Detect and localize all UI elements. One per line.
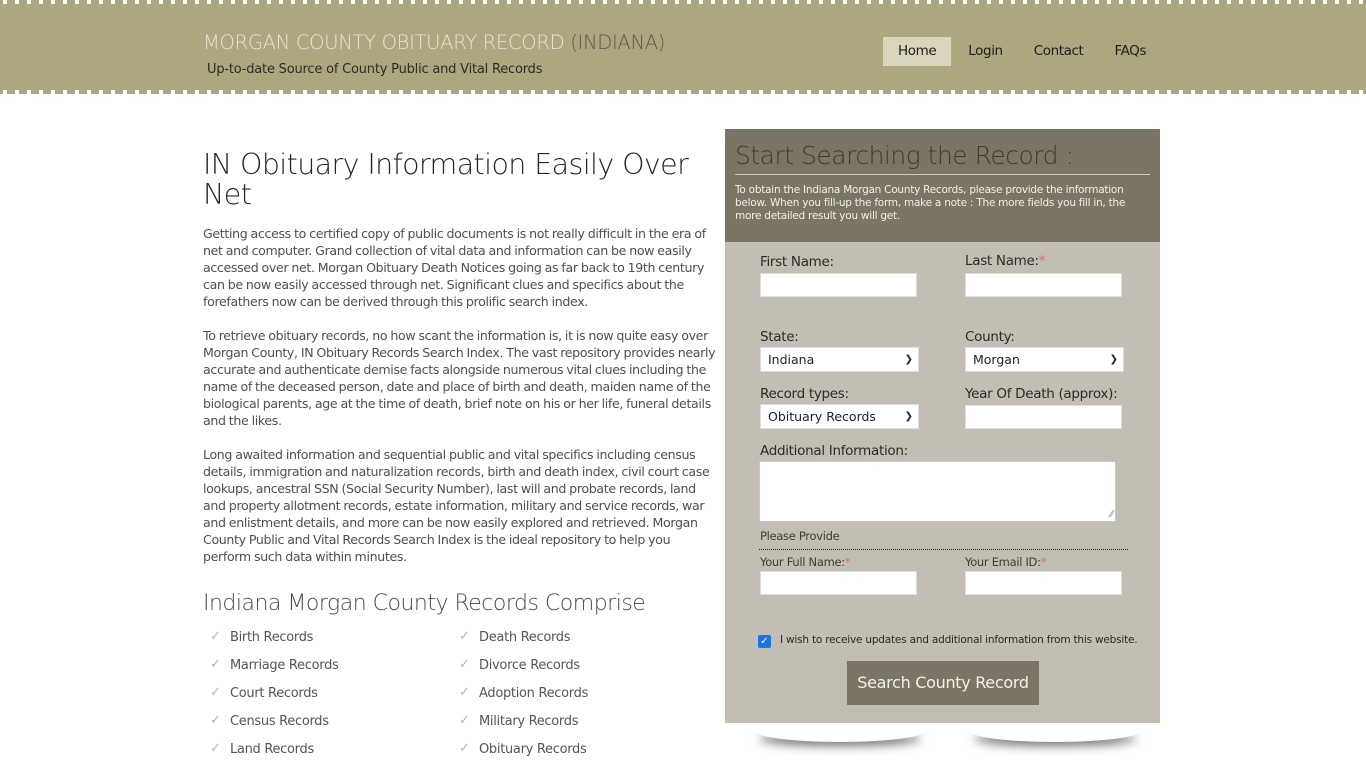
record-types-label: Record types:	[760, 386, 849, 402]
site-title-main: MORGAN COUNTY OBITUARY RECORD	[203, 31, 565, 54]
county-select-value: Morgan	[973, 352, 1020, 367]
list-item: ✓ Birth Records	[210, 628, 459, 646]
site-title[interactable]: MORGAN COUNTY OBITUARY RECORD (INDIANA)	[203, 31, 665, 54]
checkmark-icon: ✓	[210, 685, 221, 700]
records-heading: Indiana Morgan County Records Comprise	[203, 591, 646, 616]
resize-grip-icon[interactable]: ⁄⁄	[1110, 510, 1113, 520]
nav-login[interactable]: Login	[954, 37, 1016, 66]
county-select[interactable]: Morgan ❯	[965, 347, 1124, 372]
checkmark-icon: ✓	[459, 713, 470, 728]
page-title: IN Obituary Information Easily Over Net	[203, 148, 689, 211]
required-mark: *	[1040, 555, 1047, 569]
panel-shadow-right	[970, 720, 1140, 742]
form-title: Start Searching the Record :	[735, 141, 1150, 175]
email-label: Your Email ID:*	[965, 555, 1046, 569]
record-label: Divorce Records	[479, 657, 580, 673]
site-tagline: Up-to-date Source of County Public and V…	[207, 62, 543, 77]
form-header: Start Searching the Record : To obtain t…	[725, 129, 1160, 242]
additional-info-textarea[interactable]: ⁄⁄	[759, 461, 1116, 522]
site-header: MORGAN COUNTY OBITUARY RECORD (INDIANA) …	[0, 0, 1366, 94]
year-of-death-label: Year Of Death (approx):	[965, 386, 1118, 402]
record-types-select-value: Obituary Records	[768, 409, 876, 424]
record-types-select[interactable]: Obituary Records ❯	[760, 404, 919, 429]
record-label: Death Records	[479, 629, 571, 645]
last-name-label-text: Last Name:	[965, 253, 1039, 269]
checkmark-icon: ✓	[459, 741, 470, 756]
email-input[interactable]	[965, 571, 1122, 595]
main-nav: Home Login Contact FAQs	[883, 37, 1163, 66]
state-select-value: Indiana	[768, 352, 815, 367]
chevron-down-icon: ❯	[904, 354, 913, 365]
record-label: Military Records	[479, 713, 579, 729]
record-label: Adoption Records	[479, 685, 589, 701]
list-item: ✓ Obituary Records	[459, 740, 708, 758]
form-description: To obtain the Indiana Morgan County Reco…	[735, 184, 1126, 222]
nav-faqs[interactable]: FAQs	[1100, 37, 1160, 66]
site-title-state: (INDIANA)	[570, 31, 666, 54]
record-label: Court Records	[230, 685, 318, 701]
last-name-label: Last Name:*	[965, 253, 1046, 269]
list-item: ✓ Census Records	[210, 712, 459, 730]
dotted-divider	[759, 549, 1128, 550]
please-provide-label: Please Provide	[760, 529, 840, 543]
email-label-text: Your Email ID:	[965, 555, 1041, 569]
checkmark-icon: ✓	[210, 741, 221, 756]
required-mark: *	[1038, 253, 1046, 269]
list-item: ✓ Military Records	[459, 712, 708, 730]
record-label: Obituary Records	[479, 741, 587, 757]
checkmark-icon: ✓	[459, 657, 470, 672]
first-name-label: First Name:	[760, 254, 834, 270]
chevron-down-icon: ❯	[904, 411, 913, 422]
record-label: Land Records	[230, 741, 314, 757]
county-label: County:	[965, 329, 1015, 345]
state-label: State:	[760, 329, 799, 345]
checkmark-icon: ✓	[210, 629, 221, 644]
nav-contact[interactable]: Contact	[1020, 37, 1098, 66]
list-item: ✓ Marriage Records	[210, 656, 459, 674]
updates-checkbox-label[interactable]: I wish to receive updates and additional…	[780, 634, 1138, 646]
additional-info-label: Additional Information:	[760, 443, 908, 459]
first-name-input[interactable]	[760, 273, 917, 297]
first-name-label-text: First Name:	[760, 254, 834, 270]
search-county-record-button[interactable]: Search County Record	[847, 661, 1039, 705]
list-item: ✓ Death Records	[459, 628, 708, 646]
record-label: Marriage Records	[230, 657, 339, 673]
search-form-panel: Start Searching the Record : To obtain t…	[725, 129, 1160, 723]
state-select[interactable]: Indiana ❯	[760, 347, 919, 372]
list-item: ✓ Court Records	[210, 684, 459, 702]
record-label: Birth Records	[230, 629, 314, 645]
checkmark-icon: ✓	[210, 713, 221, 728]
intro-paragraph-2: To retrieve obituary records, no how sca…	[203, 328, 716, 428]
perforated-edge-bottom	[0, 90, 1366, 94]
checkmark-icon: ✓	[210, 657, 221, 672]
list-item: ✓ Divorce Records	[459, 656, 708, 674]
last-name-input[interactable]	[965, 273, 1122, 297]
full-name-input[interactable]	[760, 571, 917, 595]
nav-home[interactable]: Home	[883, 37, 952, 66]
chevron-down-icon: ❯	[1109, 354, 1118, 365]
list-item: ✓ Adoption Records	[459, 684, 708, 702]
updates-checkbox[interactable]: ✓	[758, 635, 771, 648]
panel-shadow-left	[755, 720, 925, 742]
main-content: IN Obituary Information Easily Over Net …	[203, 150, 718, 758]
full-name-label-text: Your Full Name:	[760, 555, 845, 569]
records-list: ✓ Birth Records ✓ Death Records ✓ Marriage …	[203, 628, 718, 758]
intro-paragraph-3: Long awaited information and sequential …	[203, 447, 710, 564]
record-label: Census Records	[230, 713, 329, 729]
full-name-label: Your Full Name:*	[760, 555, 851, 569]
checkmark-icon: ✓	[459, 685, 470, 700]
required-mark: *	[844, 555, 851, 569]
list-item: ✓ Land Records	[210, 740, 459, 758]
year-of-death-input[interactable]	[965, 405, 1122, 429]
perforated-edge-top	[0, 0, 1366, 4]
checkmark-icon: ✓	[459, 629, 470, 644]
intro-paragraph-1: Getting access to certified copy of publ…	[203, 226, 706, 309]
